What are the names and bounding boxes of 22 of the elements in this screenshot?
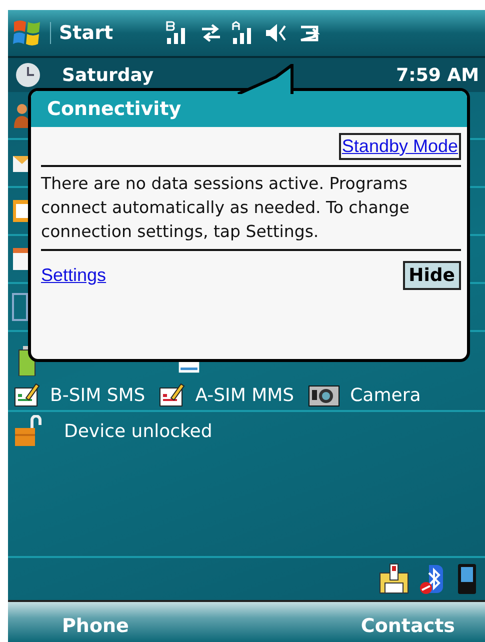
date-text[interactable]: Saturday (62, 64, 154, 86)
message-edit-icon[interactable] (159, 382, 186, 408)
camera-icon[interactable] (308, 383, 340, 407)
shortcut-link[interactable]: B-SIM SMS (50, 384, 146, 406)
lock-status[interactable]: Device unlocked (64, 420, 212, 442)
hide-button[interactable]: Hide (402, 261, 461, 290)
message-text: There are no data sessions active. Programs connect automatically as needed. To change connection settings, tap Settings. (41, 173, 410, 243)
sim-mail-icon[interactable] (379, 563, 409, 595)
start-button[interactable]: Start (50, 22, 114, 44)
clock-icon (14, 61, 42, 89)
shortcut-link[interactable]: A-SIM MMS (195, 384, 294, 406)
shortcut-link[interactable]: Camera (350, 384, 421, 406)
right-softkey[interactable]: Contacts (360, 615, 455, 637)
time-text[interactable]: 7:59 AM (396, 64, 479, 86)
phone-icon[interactable] (457, 563, 477, 595)
start-logo-icon[interactable] (12, 18, 42, 48)
message-edit-icon[interactable] (14, 382, 40, 408)
search-field[interactable] (12, 293, 28, 321)
standby-mode-link[interactable]: Standby Mode (338, 133, 461, 160)
open-padlock-icon[interactable] (14, 415, 44, 447)
left-softkey[interactable]: Phone (62, 615, 129, 637)
settings-link[interactable]: Settings (41, 265, 106, 286)
